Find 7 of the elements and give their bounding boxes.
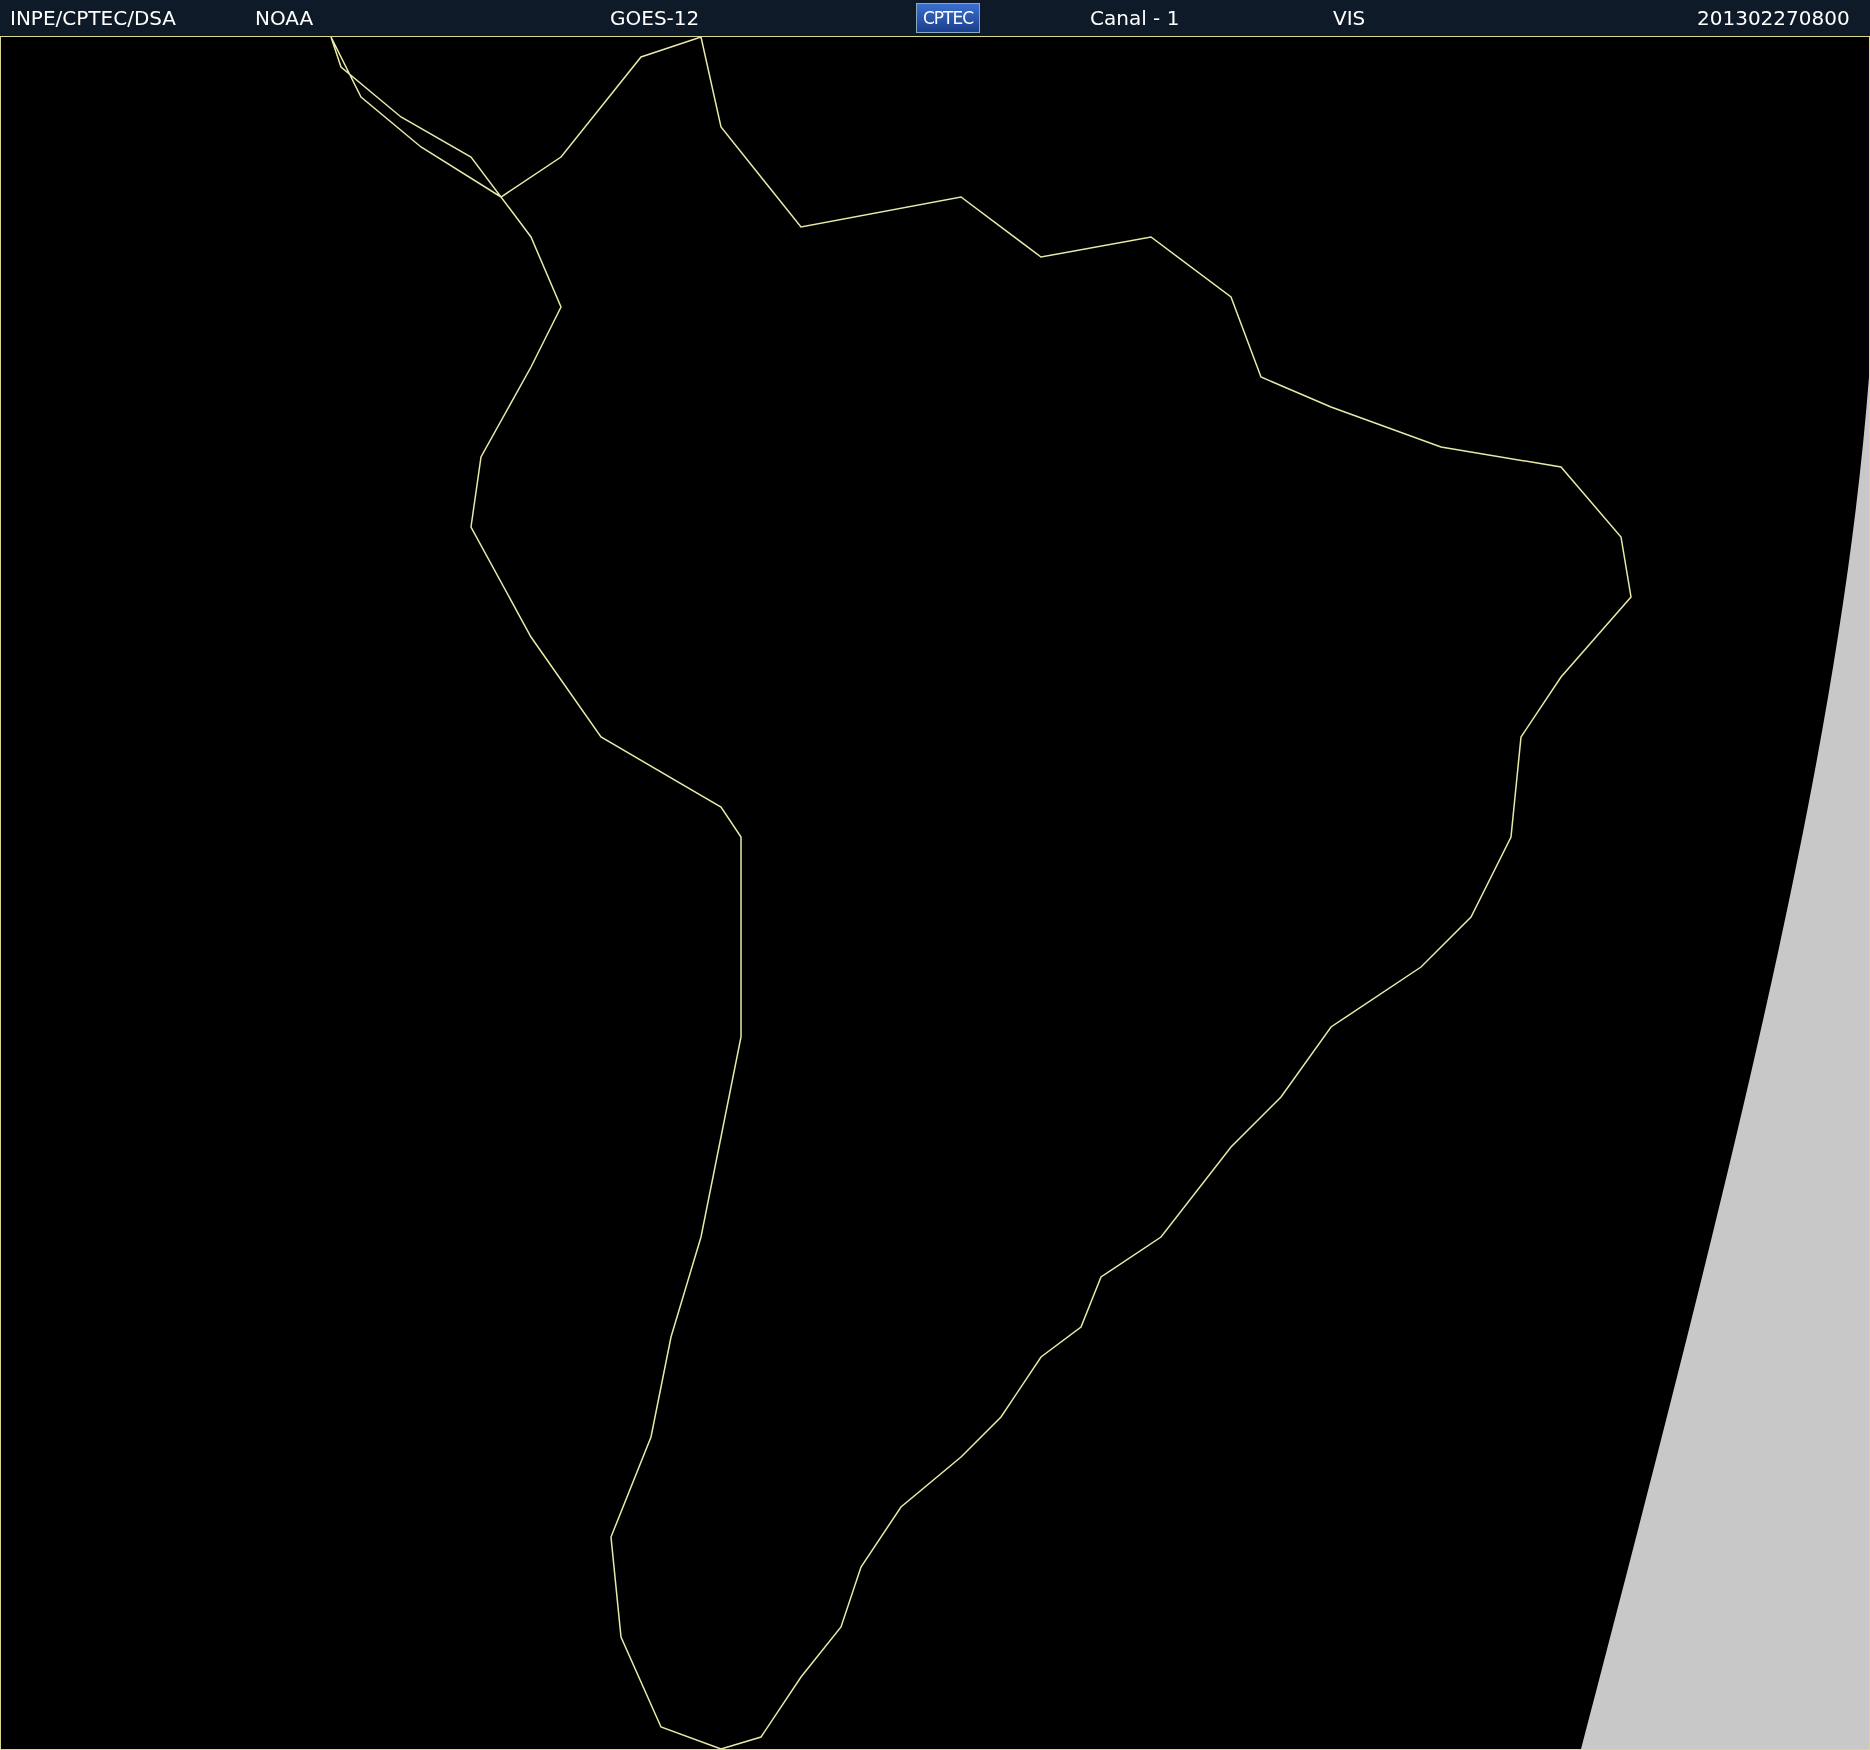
header-label: VIS [1332,6,1366,30]
header-label: GOES-12 [609,6,700,30]
header-label: INPE/CPTEC/DSA [9,6,177,30]
cptec-logo: CPTEC [916,3,981,33]
header-label: NOAA [254,6,314,30]
header-label: Canal - 1 [1089,6,1180,30]
header-label: 201302270800 [1696,6,1850,30]
